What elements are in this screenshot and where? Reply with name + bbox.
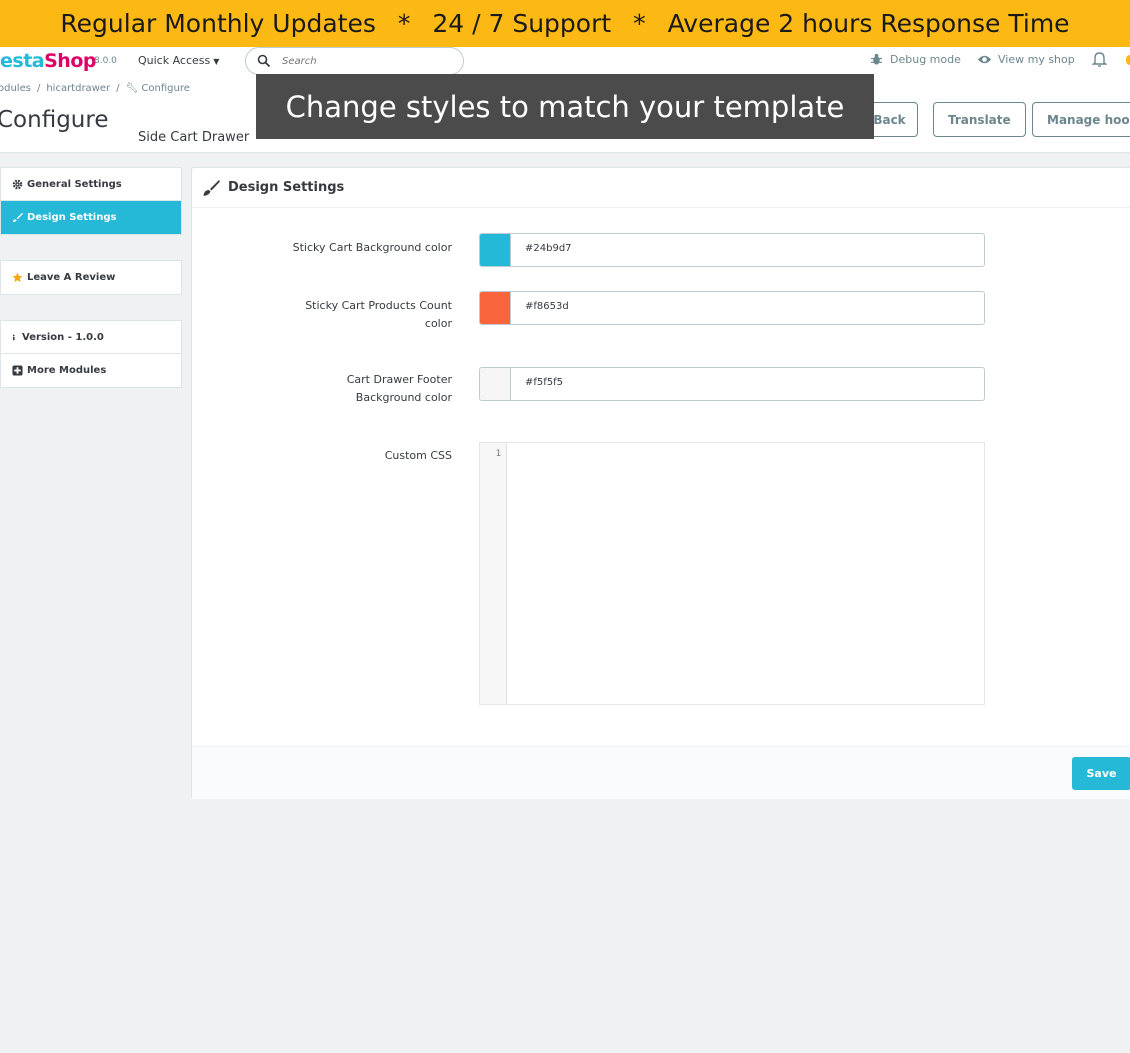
sticky-cart-count-color-input[interactable]: #f8653d — [479, 291, 985, 325]
sidebar-item-version: Version - 1.0.0 — [1, 321, 181, 354]
paintbrush-icon — [12, 212, 23, 223]
top-header: estaShop 8.0.0 Quick Access▼ Debug mode … — [0, 47, 1130, 75]
bell-icon[interactable] — [1092, 51, 1107, 67]
color-swatch[interactable] — [480, 368, 511, 400]
search-icon — [257, 54, 271, 68]
overlay-caption: Change styles to match your template — [256, 74, 874, 139]
gear-icon — [12, 179, 23, 189]
debug-mode-link[interactable]: Debug mode — [869, 53, 961, 66]
sticky-cart-bg-color-input[interactable]: #24b9d7 — [479, 233, 985, 267]
sidebar-item-more-modules[interactable]: More Modules — [1, 354, 181, 387]
manage-hooks-button[interactable]: Manage hooks — [1032, 102, 1130, 137]
promo-response-time: Average 2 hours Response Time — [667, 9, 1070, 38]
wrench-icon: 🔧︎ — [125, 83, 139, 94]
drawer-footer-bg-label: Cart Drawer Footer Background color — [346, 373, 452, 404]
prestashop-logo[interactable]: estaShop — [0, 50, 96, 72]
star-icon — [12, 272, 23, 283]
sidebar-item-general-settings[interactable]: General Settings — [1, 168, 181, 201]
page-subtitle: Side Cart Drawer — [138, 130, 250, 145]
promo-banner: Regular Monthly Updates * 24 / 7 Support… — [0, 0, 1130, 47]
page-title: Configure — [0, 107, 109, 133]
sidebar-item-leave-review[interactable]: Leave A Review — [1, 261, 181, 294]
breadcrumb-module[interactable]: hicartdrawer — [46, 83, 110, 94]
panel-title: Design Settings — [228, 180, 345, 195]
review-menu: Leave A Review — [0, 260, 182, 295]
bug-icon — [870, 53, 883, 65]
custom-css-label: Custom CSS — [384, 449, 452, 462]
promo-separator: * — [397, 9, 411, 38]
settings-menu: General Settings Design Settings — [0, 167, 182, 235]
sticky-cart-count-label: Sticky Cart Products Count color — [305, 299, 452, 330]
paintbrush-icon — [203, 179, 220, 196]
promo-support: 24 / 7 Support — [432, 9, 612, 38]
promo-updates: Regular Monthly Updates — [60, 9, 376, 38]
save-button[interactable]: Save — [1072, 757, 1130, 790]
line-number-gutter: 1 — [480, 443, 507, 704]
search-box[interactable] — [245, 47, 464, 75]
view-shop-link[interactable]: View my shop — [977, 53, 1075, 66]
breadcrumb-modules[interactable]: odules — [0, 83, 31, 94]
custom-css-editor[interactable]: 1 — [479, 442, 985, 705]
panel-header: Design Settings — [192, 168, 1130, 208]
employee-avatar[interactable] — [1126, 55, 1130, 65]
panel-footer: Save — [192, 746, 1130, 799]
color-swatch[interactable] — [480, 292, 511, 324]
promo-separator: * — [633, 9, 646, 38]
quick-access-dropdown[interactable]: Quick Access ▼ — [138, 54, 219, 67]
sticky-cart-bg-label: Sticky Cart Background color — [292, 241, 452, 254]
breadcrumb: odules / hicartdrawer / 🔧︎ Configure — [0, 83, 190, 94]
info-icon — [13, 334, 15, 340]
eye-icon — [977, 55, 992, 64]
plus-square-icon — [12, 365, 23, 376]
design-settings-panel: Design Settings Sticky Cart Background c… — [191, 167, 1130, 799]
sidebar-item-design-settings[interactable]: Design Settings — [1, 201, 181, 234]
breadcrumb-configure: Configure — [141, 83, 190, 94]
shop-version: 8.0.0 — [94, 56, 117, 66]
color-value[interactable]: #24b9d7 — [525, 243, 572, 254]
color-value[interactable]: #f8653d — [525, 301, 569, 312]
color-swatch[interactable] — [480, 234, 511, 266]
info-menu: Version - 1.0.0 More Modules — [0, 320, 182, 388]
search-input[interactable] — [280, 53, 450, 69]
caret-down-icon: ▼ — [213, 57, 220, 66]
drawer-footer-bg-color-input[interactable]: #f5f5f5 — [479, 367, 985, 401]
translate-button[interactable]: Translate — [933, 102, 1026, 137]
color-value[interactable]: #f5f5f5 — [525, 377, 563, 388]
